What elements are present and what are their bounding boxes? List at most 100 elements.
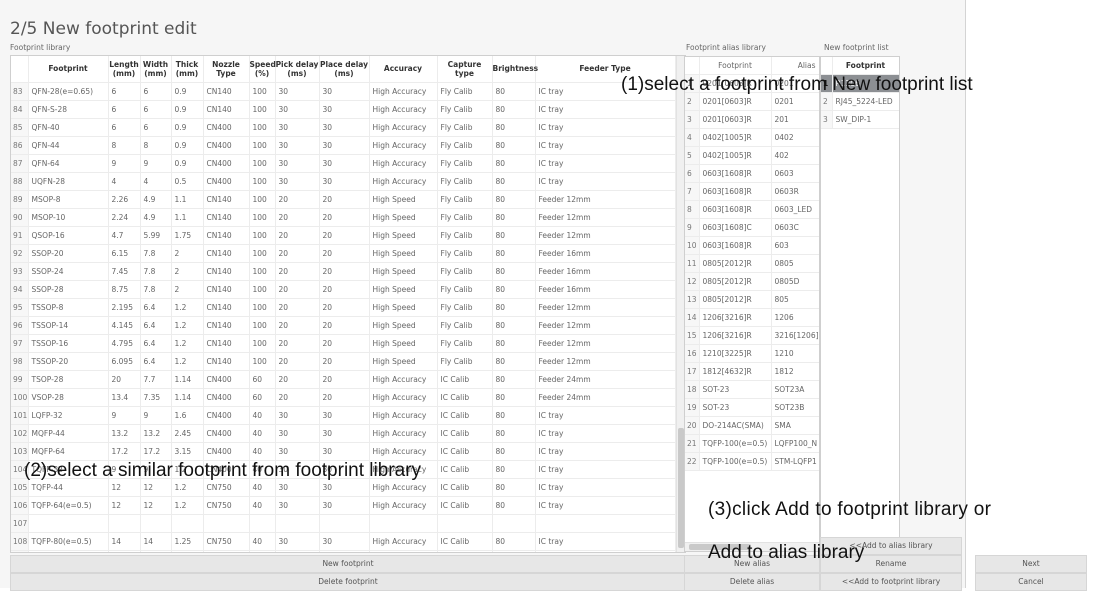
- table-cell[interactable]: 6: [140, 82, 172, 101]
- table-cell[interactable]: 1206[3216]R: [699, 308, 772, 327]
- table-cell[interactable]: 20: [275, 262, 320, 281]
- table-cell[interactable]: 12: [140, 496, 172, 515]
- table-row[interactable]: 97 TSSOP-16 4.795 6.4 1.2 CN140 100 20 20 High Sp…: [11, 334, 676, 353]
- table-cell[interactable]: CN140: [203, 190, 250, 209]
- table-cell[interactable]: 5.99: [140, 226, 172, 245]
- table-cell[interactable]: 80: [492, 190, 536, 209]
- table-cell[interactable]: 0805[2012]R: [699, 254, 772, 273]
- column-header[interactable]: Speed (%): [249, 56, 276, 83]
- column-header[interactable]: Footprint: [832, 57, 899, 75]
- table-cell[interactable]: 1812: [771, 362, 819, 381]
- table-cell[interactable]: IC tray: [535, 406, 676, 425]
- table-cell[interactable]: 0603[1608]R: [699, 164, 772, 183]
- table-cell[interactable]: Fly Calib: [437, 280, 493, 299]
- table-cell[interactable]: Fly Calib: [437, 244, 493, 263]
- table-cell[interactable]: TSSOP-14: [28, 316, 109, 335]
- table-cell[interactable]: Fly Calib: [437, 100, 493, 119]
- table-row[interactable]: 109TQFP-80(e=0.65)16161.2CN750403030High…: [11, 550, 676, 552]
- table-cell[interactable]: 1.2: [171, 352, 204, 371]
- table-row[interactable]: 85 QFN-40 6 6 0.9 CN400 100 30 30 High Accuracy Fl…: [11, 118, 676, 137]
- alias-row[interactable]: 14 1206[3216]R 1206: [685, 308, 819, 327]
- table-cell[interactable]: 1.14: [171, 370, 204, 389]
- table-cell[interactable]: 8: [140, 136, 172, 155]
- table-row[interactable]: 93 SSOP-24 7.45 7.8 2 CN140 100 20 20 High Speed F…: [11, 262, 676, 281]
- table-cell[interactable]: CN140: [203, 298, 250, 317]
- alias-row[interactable]: 17 1812[4632]R 1812: [685, 362, 819, 381]
- table-cell[interactable]: 80: [492, 424, 536, 443]
- table-cell[interactable]: 0.9: [171, 136, 204, 155]
- table-cell[interactable]: High Accuracy: [369, 118, 438, 137]
- table-cell[interactable]: 20: [275, 226, 320, 245]
- table-cell[interactable]: High Accuracy: [369, 550, 438, 552]
- table-row[interactable]: 108 TQFP-80(e=0.5) 14 14 1.25 CN750 40 30 30 High…: [11, 532, 676, 551]
- table-cell[interactable]: 30: [319, 496, 370, 515]
- table-cell[interactable]: SOT-23: [699, 380, 772, 399]
- table-cell[interactable]: 3216[1206]: [771, 326, 819, 345]
- table-cell[interactable]: [437, 514, 493, 533]
- table-row[interactable]: 102 MQFP-44 13.2 13.2 2.45 CN400 40 30 30 High Ac…: [11, 424, 676, 443]
- alias-row[interactable]: 10 0603[1608]R 603: [685, 236, 819, 255]
- table-cell[interactable]: [275, 514, 320, 533]
- table-cell[interactable]: CN140: [203, 352, 250, 371]
- table-cell[interactable]: 20: [275, 370, 320, 389]
- table-cell[interactable]: Fly Calib: [437, 208, 493, 227]
- table-cell[interactable]: IC tray: [535, 478, 676, 497]
- table-cell[interactable]: 1.2: [171, 298, 204, 317]
- alias-row[interactable]: 5 0402[1005]R 402: [685, 146, 819, 165]
- column-header[interactable]: Brightness: [492, 56, 538, 83]
- table-cell[interactable]: IC Calib: [437, 532, 493, 551]
- table-cell[interactable]: 6.4: [140, 352, 172, 371]
- table-cell[interactable]: [535, 514, 676, 533]
- table-cell[interactable]: 1.2: [171, 496, 204, 515]
- table-cell[interactable]: 4.7: [108, 226, 141, 245]
- table-cell[interactable]: 12: [108, 496, 141, 515]
- table-cell[interactable]: [171, 514, 204, 533]
- table-cell[interactable]: Feeder 12mm: [535, 352, 676, 371]
- table-cell[interactable]: 80: [492, 316, 536, 335]
- alias-row[interactable]: 15 1206[3216]R 3216[1206]: [685, 326, 819, 345]
- table-cell[interactable]: 9: [108, 154, 141, 173]
- table-cell[interactable]: 0.9: [171, 154, 204, 173]
- alias-row[interactable]: 9 0603[1608]C 0603C: [685, 218, 819, 237]
- table-cell[interactable]: CN140: [203, 226, 250, 245]
- table-cell[interactable]: 30: [319, 550, 370, 552]
- column-header[interactable]: Thick (mm): [171, 56, 204, 83]
- column-header[interactable]: Footprint: [28, 56, 109, 83]
- table-cell[interactable]: [28, 514, 109, 533]
- table-cell[interactable]: 1.2: [171, 334, 204, 353]
- table-cell[interactable]: 100: [249, 136, 276, 155]
- table-cell[interactable]: IC Calib: [437, 406, 493, 425]
- table-cell[interactable]: 0201[0603]R: [699, 110, 772, 129]
- table-cell[interactable]: 13.2: [140, 424, 172, 443]
- table-cell[interactable]: 80: [492, 154, 536, 173]
- table-cell[interactable]: 6.095: [108, 352, 141, 371]
- table-cell[interactable]: SOT23A: [771, 380, 819, 399]
- table-cell[interactable]: 20: [275, 334, 320, 353]
- table-cell[interactable]: 20: [275, 190, 320, 209]
- table-cell[interactable]: High Accuracy: [369, 424, 438, 443]
- table-cell[interactable]: High Accuracy: [369, 82, 438, 101]
- table-cell[interactable]: 30: [319, 136, 370, 155]
- column-header[interactable]: Accuracy: [369, 56, 438, 83]
- table-cell[interactable]: IC Calib: [437, 370, 493, 389]
- table-cell[interactable]: CN140: [203, 280, 250, 299]
- table-cell[interactable]: 20: [275, 280, 320, 299]
- table-cell[interactable]: TQFP-100(e=0.5): [699, 452, 772, 471]
- table-cell[interactable]: IC tray: [535, 100, 676, 119]
- table-row[interactable]: 90 MSOP-10 2.24 4.9 1.1 CN140 100 20 20 High Spee…: [11, 208, 676, 227]
- table-cell[interactable]: High Speed: [369, 298, 438, 317]
- table-cell[interactable]: 0603_LED: [771, 200, 819, 219]
- table-cell[interactable]: IC tray: [535, 496, 676, 515]
- table-cell[interactable]: Feeder 12mm: [535, 226, 676, 245]
- table-cell[interactable]: 80: [492, 496, 536, 515]
- table-cell[interactable]: IC tray: [535, 424, 676, 443]
- table-cell[interactable]: 20: [319, 262, 370, 281]
- table-cell[interactable]: 0603[1608]R: [699, 182, 772, 201]
- table-cell[interactable]: CN400: [203, 406, 250, 425]
- table-cell[interactable]: Fly Calib: [437, 226, 493, 245]
- table-cell[interactable]: 6: [108, 118, 141, 137]
- table-cell[interactable]: 201: [771, 110, 819, 129]
- table-cell[interactable]: QFN-40: [28, 118, 109, 137]
- table-cell[interactable]: 9: [140, 154, 172, 173]
- table-cell[interactable]: 1206: [771, 308, 819, 327]
